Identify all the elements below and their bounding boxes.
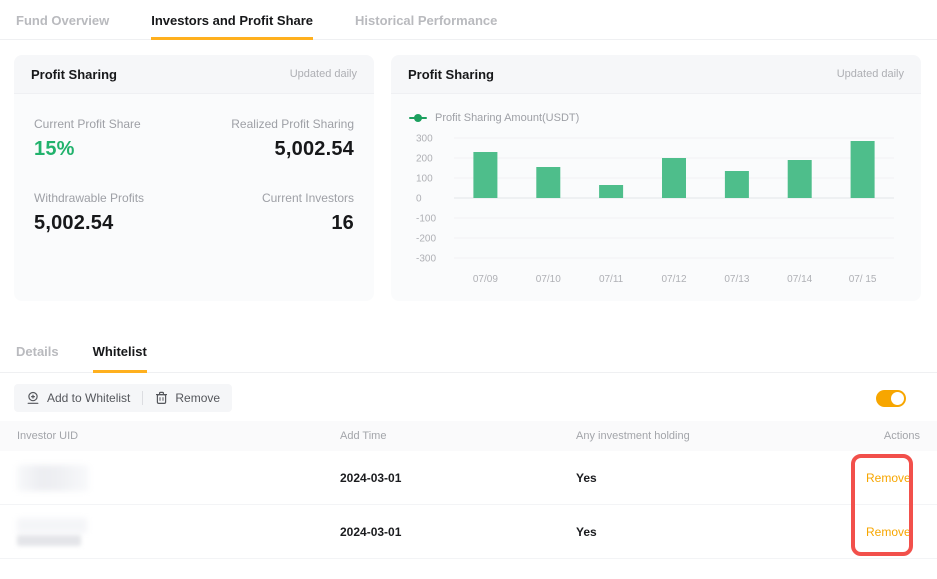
legend-marker-icon [409, 117, 427, 119]
tab-historical-performance[interactable]: Historical Performance [355, 13, 497, 40]
add-to-whitelist-icon [26, 391, 40, 405]
chart-bar [536, 167, 560, 198]
chart-bar [725, 171, 749, 198]
chart-card-title: Profit Sharing [408, 67, 494, 82]
row-remove-link[interactable]: Remove [866, 525, 911, 539]
top-tabs: Fund Overview Investors and Profit Share… [0, 0, 937, 40]
row-remove-link[interactable]: Remove [866, 471, 911, 485]
summary-stats: Current Profit Share 15% Realized Profit… [14, 94, 374, 258]
y-tick-label: 300 [416, 134, 433, 145]
stat-withdrawable-profits: Withdrawable Profits 5,002.54 [34, 191, 194, 235]
whitelist-toolbar: Add to Whitelist Remove [14, 384, 921, 412]
cards-row: Profit Sharing Updated daily Current Pro… [0, 40, 937, 301]
y-tick-label: -300 [416, 254, 436, 265]
trash-icon [155, 391, 168, 405]
redacted-investor-uid [17, 465, 340, 491]
summary-card-updated-label: Updated daily [290, 68, 357, 80]
tab-fund-overview[interactable]: Fund Overview [16, 13, 109, 40]
summary-card-header: Profit Sharing Updated daily [14, 55, 374, 94]
col-header-add-time: Add Time [340, 430, 576, 442]
profit-sharing-summary-card: Profit Sharing Updated daily Current Pro… [14, 55, 374, 301]
table-row: 2024-03-01 Yes Remove [0, 451, 937, 505]
table-body: 2024-03-01 Yes Remove 2024-03-01 Yes Rem… [0, 451, 937, 559]
uid-blur-block [17, 518, 87, 533]
stat-current-investors: Current Investors 16 [194, 191, 354, 235]
chart-bar [473, 152, 497, 198]
profit-sharing-chart-card: Profit Sharing Updated daily Profit Shar… [391, 55, 921, 301]
table-header: Investor UID Add Time Any investment hol… [0, 421, 937, 451]
toolbar-divider [142, 391, 143, 405]
holding-cell: Yes [576, 471, 866, 485]
uid-blur-block [17, 465, 89, 491]
tab-details[interactable]: Details [16, 344, 59, 373]
chart-legend[interactable]: Profit Sharing Amount(USDT) [409, 112, 905, 124]
stat-current-profit-share: Current Profit Share 15% [34, 117, 194, 161]
y-tick-label: 100 [416, 174, 433, 185]
page: Fund Overview Investors and Profit Share… [0, 0, 937, 579]
tab-whitelist[interactable]: Whitelist [93, 344, 147, 373]
stat-value: 5,002.54 [194, 138, 354, 161]
add-to-whitelist-button[interactable]: Add to Whitelist [26, 391, 130, 405]
add-time-cell: 2024-03-01 [340, 471, 576, 485]
chart-card-header: Profit Sharing Updated daily [391, 55, 921, 94]
col-header-investor-uid: Investor UID [17, 430, 340, 442]
whitelist-toggle[interactable] [876, 390, 906, 407]
y-tick-label: 0 [416, 194, 422, 205]
chart-bar [662, 158, 686, 198]
table-row: 2024-03-01 Yes Remove [0, 505, 937, 559]
stat-realized-profit-sharing: Realized Profit Sharing 5,002.54 [194, 117, 354, 161]
toolbar-button-group: Add to Whitelist Remove [14, 384, 232, 412]
stat-value: 15% [34, 138, 194, 161]
col-header-actions: Actions [866, 430, 920, 442]
add-time-cell: 2024-03-01 [340, 525, 576, 539]
redacted-investor-uid [17, 518, 340, 546]
stat-value: 5,002.54 [34, 212, 194, 235]
profit-sharing-bar-chart: 300 200 100 0 -100 -200 -300 07/09 07/10 07/11 07/… [407, 128, 905, 294]
section-tabs: Details Whitelist [0, 344, 937, 373]
stat-label: Withdrawable Profits [34, 191, 194, 205]
add-to-whitelist-label: Add to Whitelist [47, 391, 130, 405]
holding-cell: Yes [576, 525, 866, 539]
uid-blur-block [17, 535, 81, 546]
x-tick-label: 07/11 [599, 274, 624, 285]
chart-body: Profit Sharing Amount(USDT) 300 200 100 0 -1… [391, 94, 921, 294]
toggle-knob [891, 392, 904, 405]
chart-bar [788, 160, 812, 198]
col-header-any-investment-holding: Any investment holding [576, 430, 866, 442]
y-tick-label: 200 [416, 154, 433, 165]
summary-card-title: Profit Sharing [31, 67, 117, 82]
chart-bar [851, 141, 875, 198]
x-tick-label: 07/09 [473, 274, 498, 285]
remove-button[interactable]: Remove [155, 391, 220, 405]
x-tick-label: 07/12 [661, 274, 686, 285]
x-tick-label: 07/ 15 [849, 274, 877, 285]
stat-label: Realized Profit Sharing [194, 117, 354, 131]
x-tick-label: 07/14 [787, 274, 812, 285]
x-tick-label: 07/10 [536, 274, 561, 285]
x-tick-label: 07/13 [724, 274, 749, 285]
remove-button-label: Remove [175, 391, 220, 405]
y-tick-label: -200 [416, 234, 436, 245]
stat-label: Current Investors [194, 191, 354, 205]
tab-investors-and-profit-share[interactable]: Investors and Profit Share [151, 13, 313, 40]
legend-label: Profit Sharing Amount(USDT) [435, 112, 579, 124]
stat-label: Current Profit Share [34, 117, 194, 131]
chart-bar [599, 185, 623, 198]
stat-value: 16 [194, 212, 354, 235]
chart-card-updated-label: Updated daily [837, 68, 904, 80]
y-tick-label: -100 [416, 214, 436, 225]
